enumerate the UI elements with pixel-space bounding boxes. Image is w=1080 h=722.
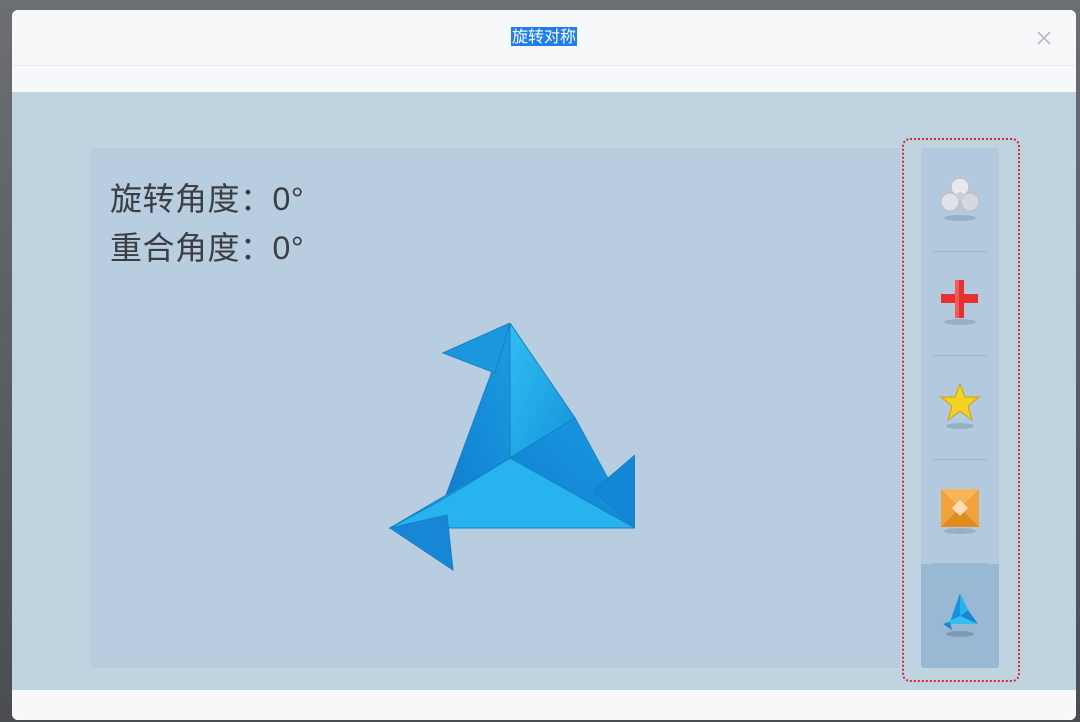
dialog-header: 旋转对称 [12, 10, 1076, 66]
shape-option-blue-pinwheel[interactable] [921, 564, 999, 668]
dialog-footer [12, 690, 1076, 720]
close-icon [1037, 31, 1051, 45]
fan-icon [940, 177, 980, 221]
dialog-title: 旋转对称 [12, 26, 1076, 48]
shape-option-fan[interactable] [921, 148, 999, 252]
shape-option-star[interactable] [921, 356, 999, 460]
rotation-angle-readout: 旋转角度：0° [110, 174, 304, 220]
rotation-angle-value: 0° [272, 181, 305, 217]
red-cross-icon [941, 280, 978, 325]
overlap-angle-value: 0° [272, 230, 305, 266]
close-button[interactable] [1034, 28, 1054, 48]
rotation-symmetry-dialog: 旋转对称 旋转角度：0° 重合角度：0° [12, 10, 1076, 720]
rotation-angle-label: 旋转角度： [110, 180, 273, 218]
dialog-body: 旋转角度：0° 重合角度：0° [12, 92, 1076, 690]
shape-option-cross[interactable] [921, 252, 999, 356]
orange-pinwheel-icon [941, 489, 979, 534]
star-icon [939, 382, 981, 429]
shape-option-square-pinwheel[interactable] [921, 460, 999, 564]
blue-pinwheel-icon [943, 593, 978, 637]
dialog-title-text: 旋转对称 [510, 27, 577, 46]
blue-pinwheel-shape [388, 321, 637, 572]
overlap-angle-readout: 重合角度：0° [110, 223, 304, 269]
rotation-stage: 旋转角度：0° 重合角度：0° [90, 148, 900, 668]
overlap-angle-label: 重合角度： [110, 229, 273, 267]
shape-selector-panel [921, 148, 999, 668]
rotatable-shape[interactable] [375, 321, 637, 583]
